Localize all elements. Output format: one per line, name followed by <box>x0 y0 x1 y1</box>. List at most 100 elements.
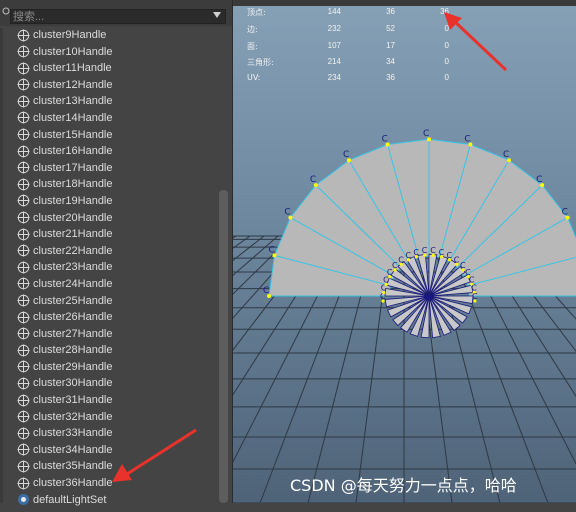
vertex-marker <box>455 262 459 266</box>
outliner-item[interactable]: cluster11Handle <box>0 60 218 77</box>
crosshair-circle-icon <box>17 78 30 91</box>
outliner-item[interactable]: cluster26Handle <box>0 309 218 326</box>
search-placeholder: 搜索... <box>13 11 45 23</box>
crosshair-circle-icon <box>17 261 30 274</box>
outliner-item[interactable]: cluster23Handle <box>0 259 218 276</box>
outliner-item-default-light-set[interactable]: defaultLightSet <box>0 492 218 509</box>
outliner-item[interactable]: cluster16Handle <box>0 143 218 160</box>
outliner-item-label: cluster18Handle <box>33 178 113 191</box>
crosshair-circle-icon <box>17 178 30 191</box>
hud-value: 234 <box>327 73 341 82</box>
outliner-item-label: cluster35Handle <box>33 460 113 473</box>
vertex-marker <box>414 255 419 259</box>
hud-value: 107 <box>327 41 341 50</box>
outliner-item[interactable]: cluster28Handle <box>0 342 218 359</box>
crosshair-circle-icon <box>17 111 30 124</box>
vertex-marker <box>461 268 465 272</box>
crosshair-circle-icon <box>17 410 30 423</box>
outliner-item[interactable]: cluster22Handle <box>0 243 218 260</box>
outliner-item[interactable]: cluster29Handle <box>0 359 218 376</box>
outliner-scrollbar[interactable] <box>219 190 228 503</box>
crosshair-circle-icon <box>17 477 30 490</box>
cluster-marker: C <box>343 150 349 160</box>
crosshair-circle-icon <box>17 228 30 241</box>
crosshair-circle-icon <box>17 427 30 440</box>
outliner-item[interactable]: cluster17Handle <box>0 160 218 177</box>
vertex-marker <box>447 258 452 262</box>
cluster-marker: C <box>464 135 470 145</box>
viewport-scene: CCCCCCCCCCCCCCCCCCCCCCCCCCCCCCC <box>233 129 576 503</box>
outliner-item[interactable]: cluster32Handle <box>0 409 218 426</box>
crosshair-circle-icon <box>17 145 30 158</box>
outliner-item-label: cluster32Handle <box>33 410 113 423</box>
vertex-marker <box>381 299 385 303</box>
crosshair-circle-icon <box>17 311 30 324</box>
outliner-item-label: cluster12Handle <box>33 78 113 91</box>
cluster-marker: C <box>284 208 290 218</box>
crosshair-circle-icon <box>17 128 30 141</box>
outliner-item[interactable]: cluster14Handle <box>0 110 218 127</box>
crosshair-circle-icon <box>17 244 30 257</box>
outliner-item[interactable]: cluster15Handle <box>0 127 218 144</box>
outliner-item[interactable]: cluster31Handle <box>0 392 218 409</box>
cluster-marker: C <box>382 135 388 145</box>
outliner-item-label: cluster34Handle <box>33 443 113 456</box>
outliner-item[interactable]: cluster24Handle <box>0 276 218 293</box>
outliner-item[interactable]: cluster9Handle <box>0 27 218 44</box>
vertex-marker <box>388 275 392 279</box>
crosshair-circle-icon <box>17 29 30 42</box>
outliner-item[interactable]: cluster10Handle <box>0 44 218 61</box>
outliner-item[interactable]: cluster13Handle <box>0 93 218 110</box>
vertex-marker <box>439 255 444 259</box>
crosshair-circle-icon <box>17 161 30 174</box>
vertex-marker <box>423 253 427 257</box>
outliner-item-label: cluster17Handle <box>33 161 113 174</box>
hud-value: 144 <box>327 7 341 16</box>
outliner-item[interactable]: cluster12Handle <box>0 77 218 94</box>
outliner-item[interactable]: cluster18Handle <box>0 176 218 193</box>
lightset-icon <box>17 493 30 506</box>
outliner-item[interactable]: cluster21Handle <box>0 226 218 243</box>
crosshair-circle-icon <box>17 377 30 390</box>
annotation-arrow-icon <box>112 428 197 482</box>
cluster-marker: C <box>562 208 568 218</box>
crosshair-circle-icon <box>17 45 30 58</box>
hud-value: 34 <box>386 57 395 66</box>
outliner-item[interactable]: cluster30Handle <box>0 375 218 392</box>
outliner-item[interactable]: cluster20Handle <box>0 210 218 227</box>
outliner-item-label: cluster29Handle <box>33 360 113 373</box>
hud-label: UV: <box>247 73 261 82</box>
crosshair-circle-icon <box>17 327 30 340</box>
hud-label: 顶点: <box>247 8 266 17</box>
cluster-marker: C <box>263 286 269 296</box>
crosshair-circle-icon <box>17 460 30 473</box>
3d-viewport[interactable]: CCCCCCCCCCCCCCCCCCCCCCCCCCCCCCC 顶点: 144 … <box>233 0 576 503</box>
crosshair-circle-icon <box>17 62 30 75</box>
vertex-marker <box>399 262 403 266</box>
grid-line <box>233 235 237 239</box>
outliner-item[interactable]: cluster19Handle <box>0 193 218 210</box>
outliner-item[interactable]: cluster27Handle <box>0 326 218 343</box>
grid-line <box>233 235 251 249</box>
outliner-item-label: cluster11Handle <box>33 62 112 75</box>
crosshair-circle-icon <box>17 294 30 307</box>
cluster-marker: C <box>503 150 509 160</box>
cluster-marker: C <box>268 245 274 255</box>
vertex-marker <box>382 290 386 295</box>
outliner-item-label: cluster19Handle <box>33 194 113 207</box>
crosshair-circle-icon <box>17 95 30 108</box>
crosshair-circle-icon <box>17 211 30 224</box>
cluster-marker: C <box>310 175 316 185</box>
vertex-marker <box>384 282 388 286</box>
search-input[interactable]: 搜索... <box>10 9 226 24</box>
outliner-item-label: cluster20Handle <box>33 211 113 224</box>
outliner-item-label: cluster15Handle <box>33 128 113 141</box>
outliner-item-label: cluster25Handle <box>33 294 113 307</box>
outliner-item-label: cluster24Handle <box>33 277 113 290</box>
crosshair-circle-icon <box>17 394 30 407</box>
chevron-down-icon[interactable] <box>213 12 221 18</box>
search-row: 搜索... <box>0 0 232 26</box>
cluster-marker: C <box>536 175 542 185</box>
outliner-item-label: cluster31Handle <box>33 394 113 407</box>
outliner-item[interactable]: cluster25Handle <box>0 293 218 310</box>
